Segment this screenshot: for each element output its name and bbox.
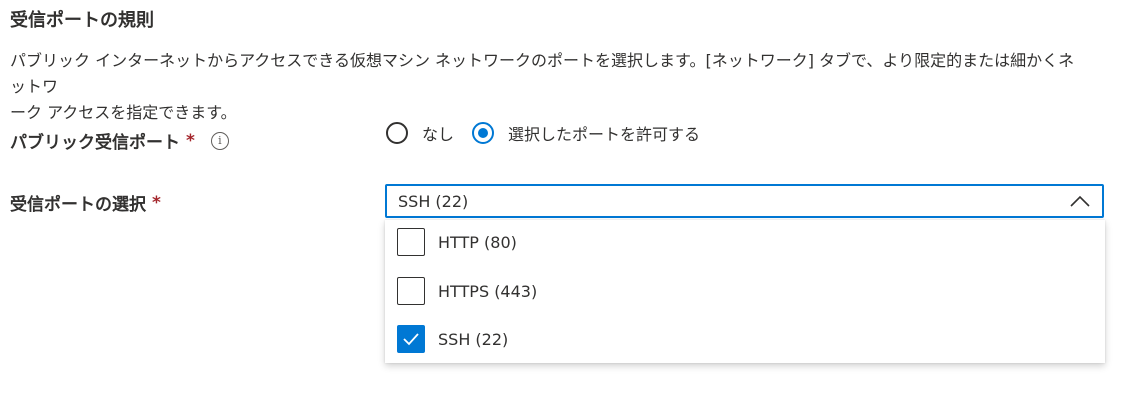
inbound-ports-dropdown[interactable]: SSH (22) [385, 184, 1104, 218]
checkbox-https[interactable] [397, 277, 425, 305]
option-ssh[interactable]: SSH (22) [397, 325, 508, 353]
radio-none-circle[interactable] [386, 122, 408, 144]
inbound-ports-listbox: HTTP (80) HTTPS (443) SSH (22) [385, 220, 1105, 363]
info-icon[interactable]: i [210, 131, 229, 150]
radio-allow-selected-ports[interactable]: 選択したポートを許可する [472, 121, 700, 145]
radio-allow-selected-ports-circle[interactable] [472, 122, 495, 144]
radio-none[interactable]: なし [386, 121, 454, 145]
option-http[interactable]: HTTP (80) [397, 228, 517, 256]
required-mark: * [152, 192, 161, 213]
select-inbound-ports-label-text: 受信ポートの選択 [10, 195, 146, 215]
radio-allow-selected-ports-label[interactable]: 選択したポートを許可する [508, 121, 700, 145]
option-https[interactable]: HTTPS (443) [397, 277, 537, 305]
chevron-up-icon[interactable] [1070, 195, 1090, 207]
section-title: 受信ポートの規則 [10, 10, 154, 31]
option-ssh-label[interactable]: SSH (22) [438, 330, 508, 349]
required-mark: * [186, 130, 195, 151]
checkbox-ssh[interactable] [397, 325, 425, 353]
select-inbound-ports-label: 受信ポートの選択 * [10, 190, 161, 216]
public-inbound-ports-radio-group: なし 選択したポートを許可する [386, 121, 700, 145]
dropdown-selected-value: SSH (22) [398, 191, 469, 211]
description-line-1: パブリック インターネットからアクセスできる仮想マシン ネットワークのポートを選… [10, 51, 1075, 96]
option-https-label[interactable]: HTTPS (443) [438, 282, 537, 301]
checkmark-icon [403, 333, 419, 346]
option-http-label[interactable]: HTTP (80) [438, 233, 517, 252]
public-inbound-ports-label-text: パブリック受信ポート [10, 133, 180, 153]
radio-none-label[interactable]: なし [422, 121, 454, 145]
section-description: パブリック インターネットからアクセスできる仮想マシン ネットワークのポートを選… [10, 48, 1090, 126]
public-inbound-ports-label: パブリック受信ポート * i [10, 128, 229, 153]
checkbox-http[interactable] [397, 228, 425, 256]
inbound-port-rules-panel: 受信ポートの規則 パブリック インターネットからアクセスできる仮想マシン ネット… [0, 0, 1126, 400]
